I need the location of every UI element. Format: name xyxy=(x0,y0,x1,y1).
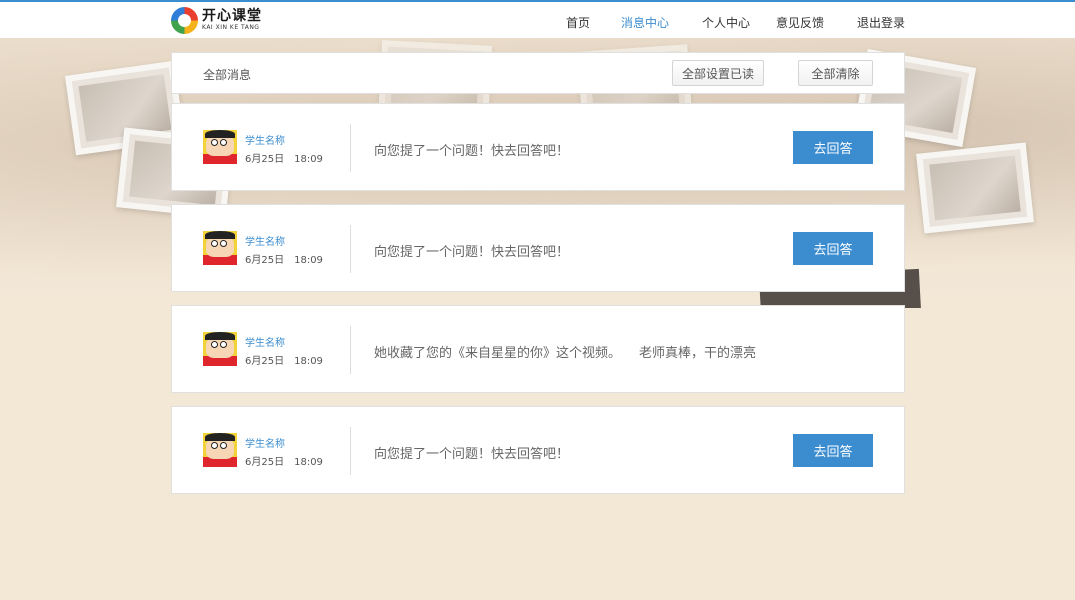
top-header: 开心课堂 KAI XIN KE TANG 首页 消息中心 个人中心 意见反馈 退… xyxy=(0,0,1075,38)
message-text: 向您提了一个问题！快去回答吧！ xyxy=(374,144,570,159)
divider xyxy=(350,427,351,475)
message-time: 6月25日 18:09 xyxy=(245,356,323,367)
message-toolbar: 全部消息 全部设置已读 全部清除 xyxy=(171,52,905,94)
divider xyxy=(350,326,351,374)
avatar[interactable] xyxy=(203,332,237,366)
logo-text: 开心课堂 KAI XIN KE TANG xyxy=(202,9,262,31)
nav-logout[interactable]: 退出登录 xyxy=(857,14,905,31)
message-time: 6月25日 18:09 xyxy=(245,154,323,165)
message-text: 向您提了一个问题！快去回答吧！ xyxy=(374,447,570,462)
logo-chinese-name: 开心课堂 xyxy=(202,8,262,24)
logo-icon xyxy=(171,6,198,34)
logo[interactable]: 开心课堂 KAI XIN KE TANG xyxy=(171,6,262,34)
answer-button[interactable]: 去回答 xyxy=(793,131,873,164)
message-item: 学生名称 6月25日 18:09 向您提了一个问题！快去回答吧！ 去回答 xyxy=(171,204,905,292)
message-text: 向您提了一个问题！快去回答吧！ xyxy=(374,245,570,260)
divider xyxy=(350,124,351,172)
message-time: 6月25日 18:09 xyxy=(245,457,323,468)
message-comment: 老师真棒，干的漂亮 xyxy=(639,346,757,361)
message-item: 学生名称 6月25日 18:09 向您提了一个问题！快去回答吧！ 去回答 xyxy=(171,406,905,494)
background-photo xyxy=(916,142,1034,234)
answer-button[interactable]: 去回答 xyxy=(793,434,873,467)
message-time: 6月25日 18:09 xyxy=(245,255,323,266)
logo-english-name: KAI XIN KE TANG xyxy=(202,24,260,31)
nav-message-center[interactable]: 消息中心 xyxy=(621,14,669,31)
sender-name[interactable]: 学生名称 xyxy=(245,132,285,147)
sender-name[interactable]: 学生名称 xyxy=(245,334,285,349)
toolbar-title: 全部消息 xyxy=(203,68,252,82)
message-item: 学生名称 6月25日 18:09 向您提了一个问题！快去回答吧！ 去回答 xyxy=(171,103,905,191)
avatar[interactable] xyxy=(203,433,237,467)
nav-home[interactable]: 首页 xyxy=(566,14,590,31)
avatar[interactable] xyxy=(203,130,237,164)
avatar[interactable] xyxy=(203,231,237,265)
mark-all-read-button[interactable]: 全部设置已读 xyxy=(672,60,764,86)
message-item: 学生名称 6月25日 18:09 她收藏了您的《来自星星的你》这个视频。 老师真棒，… xyxy=(171,305,905,393)
sender-name[interactable]: 学生名称 xyxy=(245,435,285,450)
nav-feedback[interactable]: 意见反馈 xyxy=(776,14,824,31)
answer-button[interactable]: 去回答 xyxy=(793,232,873,265)
clear-all-button[interactable]: 全部清除 xyxy=(798,60,873,86)
sender-name[interactable]: 学生名称 xyxy=(245,233,285,248)
nav-personal-center[interactable]: 个人中心 xyxy=(702,14,750,31)
divider xyxy=(350,225,351,273)
message-text: 她收藏了您的《来自星星的你》这个视频。 老师真棒，干的漂亮 xyxy=(374,346,757,361)
